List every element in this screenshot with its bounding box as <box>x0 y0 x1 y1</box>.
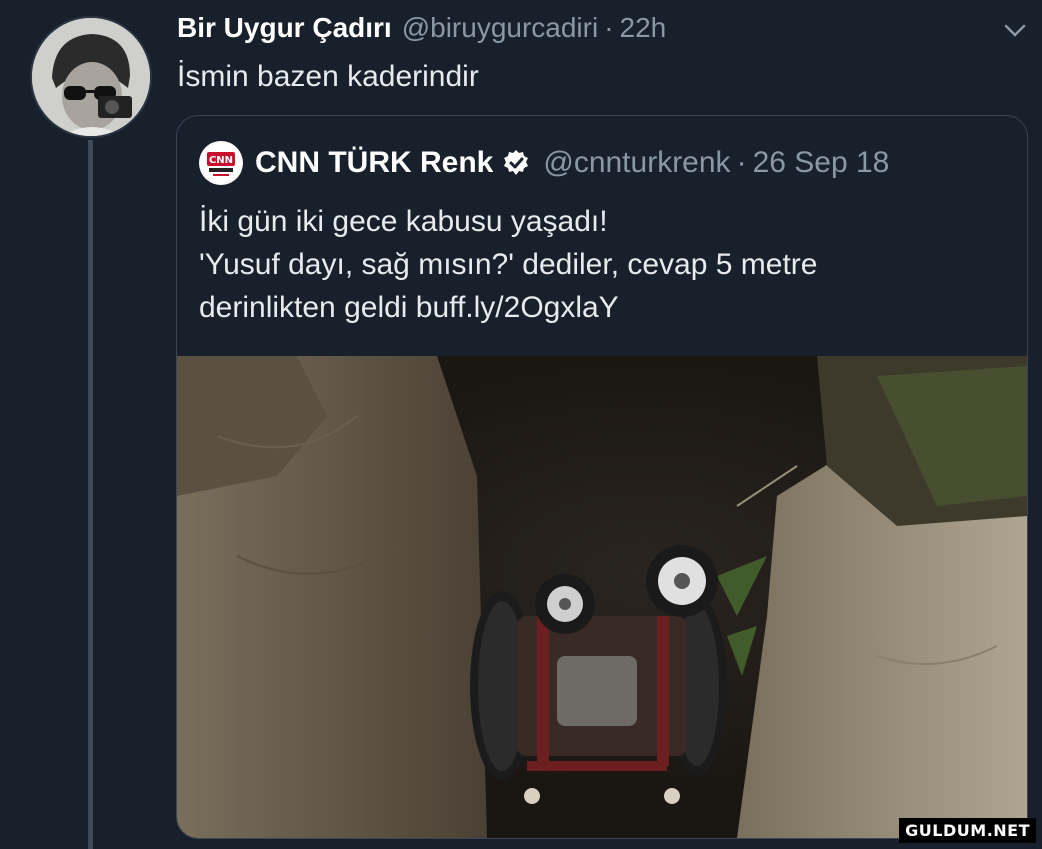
quoted-text-line: 'Yusuf dayı, sağ mısın?' dediler, cevap … <box>199 248 818 281</box>
author-name[interactable]: Bir Uygur Çadırı <box>177 12 392 44</box>
verified-badge-icon <box>504 150 529 175</box>
thread-line <box>88 140 93 849</box>
quoted-tweet-header: CNN CNN TÜRK Renk @cnnturkrenk · 26 Sep … <box>199 140 889 186</box>
quoted-tweet-text: İki gün iki gece kabusu yaşadı! 'Yusuf d… <box>199 200 1009 329</box>
quoted-author-handle[interactable]: @cnnturkrenk <box>543 146 730 180</box>
avatar-portrait-icon <box>32 18 150 136</box>
svg-text:CNN: CNN <box>209 155 233 166</box>
author-avatar[interactable] <box>30 16 152 138</box>
overturned-tractor-photo <box>177 356 1027 838</box>
quoted-author-name[interactable]: CNN TÜRK Renk <box>255 146 493 180</box>
quoted-text-line: İki gün iki gece kabusu yaşadı! <box>199 205 608 238</box>
quoted-tweet-date[interactable]: 26 Sep 18 <box>753 146 890 180</box>
tweet-photo[interactable] <box>177 356 1027 838</box>
chevron-down-icon[interactable] <box>1002 20 1028 40</box>
quoted-tweet[interactable]: CNN CNN TÜRK Renk @cnnturkrenk · 26 Sep … <box>176 115 1028 839</box>
quoted-text-line: derinlikten geldi buff.ly/2OgxlaY <box>199 291 619 324</box>
tweet-time[interactable]: 22h <box>620 12 667 44</box>
separator-dot: · <box>604 12 614 43</box>
site-watermark: GULDUM.NET <box>899 818 1036 843</box>
author-handle[interactable]: @biruygurcadiri <box>402 12 599 44</box>
separator-dot: · <box>736 146 747 179</box>
tweet-header: Bir Uygur Çadırı @biruygurcadiri · 22h <box>177 12 666 52</box>
cnn-turk-logo-icon[interactable]: CNN <box>199 141 243 185</box>
tweet-text: İsmin bazen kaderindir <box>177 60 479 93</box>
